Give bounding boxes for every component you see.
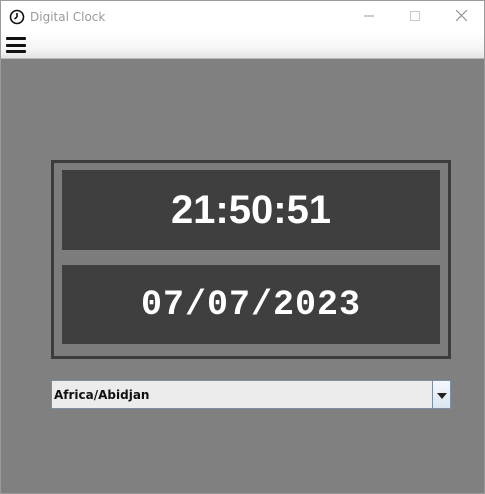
maximize-button[interactable] [392,1,438,32]
app-window: Digital Clock 21:50:51 07/07/2023 Africa… [0,0,485,494]
date-display: 07/07/2023 [62,265,440,344]
close-button[interactable] [438,1,484,32]
window-controls [346,1,484,32]
clock-panel: 21:50:51 07/07/2023 [51,160,451,359]
chevron-down-icon [436,386,447,404]
menu-line [6,50,26,53]
minimize-button[interactable] [346,1,392,32]
hamburger-menu-icon[interactable] [6,37,28,53]
date-text: 07/07/2023 [140,284,362,325]
dropdown-arrow-button[interactable] [432,381,450,408]
close-icon [455,8,467,26]
window-title: Digital Clock [30,9,106,24]
timezone-selected-value: Africa/Abidjan [54,387,150,402]
clock-icon [9,9,25,25]
menu-line [6,43,26,47]
minimize-icon [364,8,374,26]
time-display: 21:50:51 [62,170,440,250]
menu-bar [1,32,484,59]
time-text: 21:50:51 [170,187,332,232]
menu-line [6,37,26,40]
title-bar[interactable]: Digital Clock [1,1,484,32]
maximize-icon [410,8,420,26]
timezone-select[interactable]: Africa/Abidjan [51,380,451,409]
